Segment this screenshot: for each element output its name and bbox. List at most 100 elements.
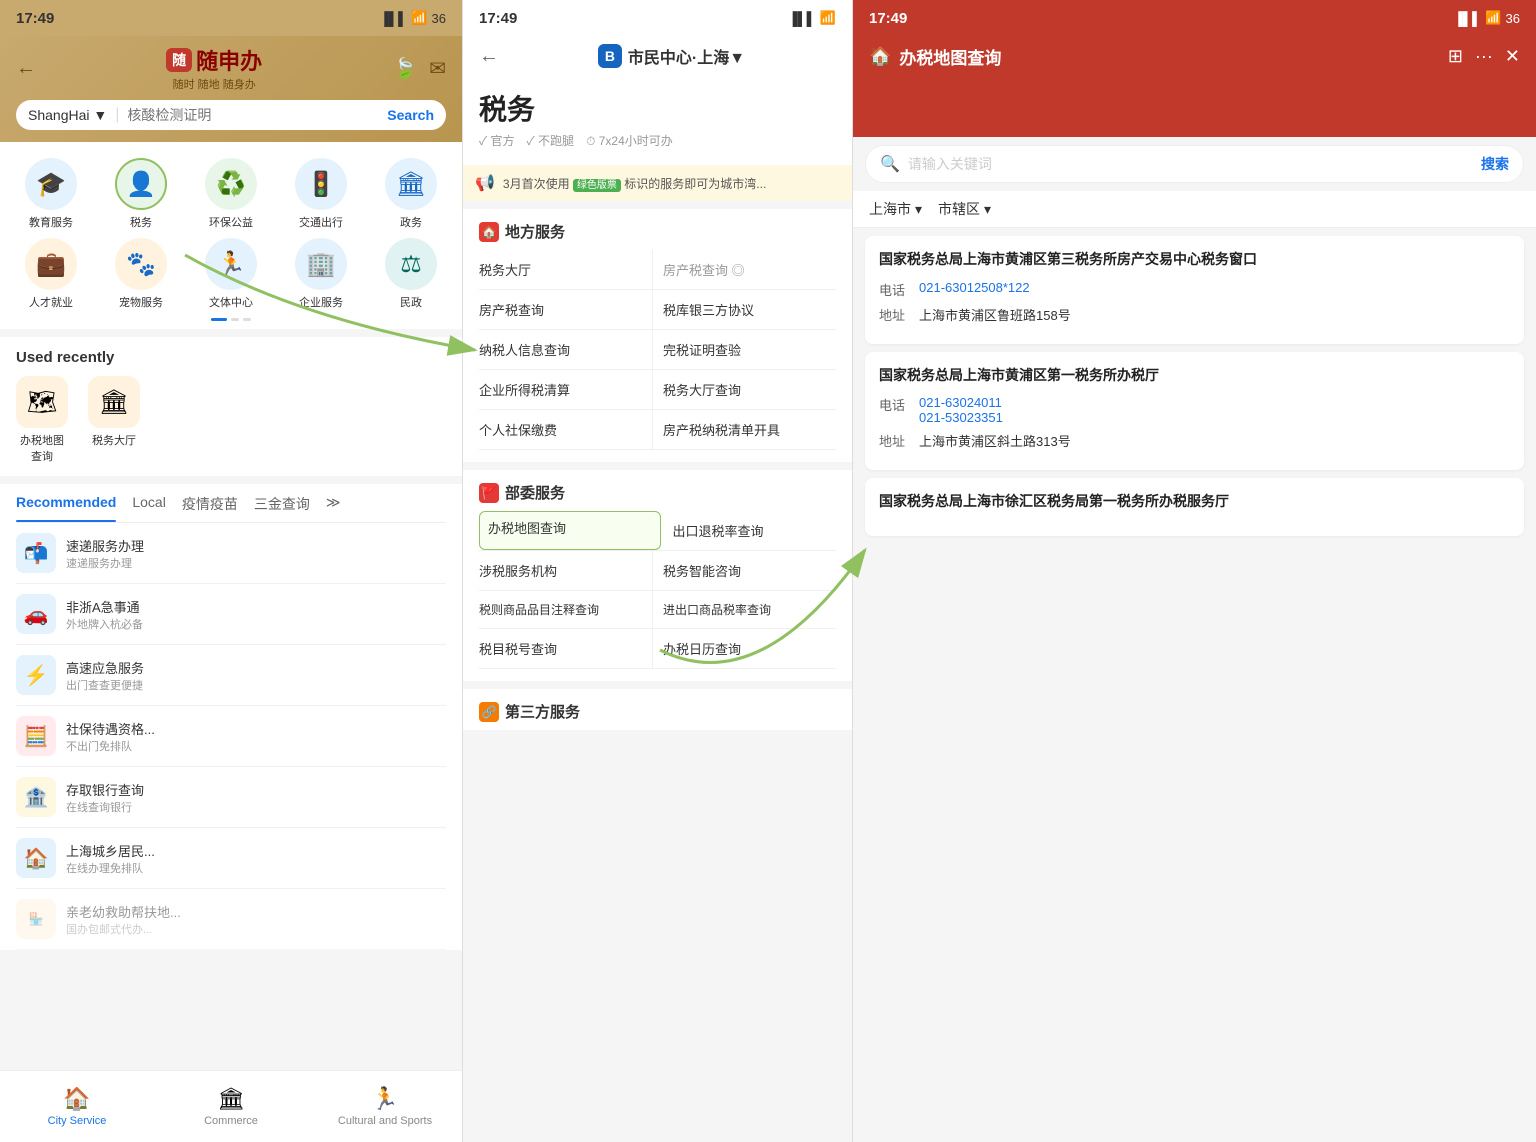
service-culture[interactable]: 🏃 文体中心 <box>188 238 274 310</box>
status-icons-3: ▐▌▌ 📶 36 <box>1454 10 1520 26</box>
p3-nav-actions: ⊞ ··· ✕ <box>1448 46 1520 67</box>
result-1-phone-value[interactable]: 021-63012508*122 <box>919 280 1030 295</box>
dot-active <box>211 318 227 321</box>
list-item-express[interactable]: 📬 速递服务办理 速递服务办理 <box>16 523 446 584</box>
filter-district[interactable]: 市辖区 ▾ <box>938 199 991 219</box>
p3-search-button[interactable]: 搜索 <box>1481 154 1509 174</box>
tab-more[interactable]: ≫ <box>326 484 341 522</box>
tax-hall-icon: 🏛 <box>88 376 140 428</box>
tax-map-query-cell[interactable]: 办税地图查询 <box>479 511 661 550</box>
service-gov[interactable]: 🏛 政务 <box>368 158 454 230</box>
result-card-3[interactable]: 国家税务总局上海市徐汇区税务局第一税务所办税服务厅 <box>865 478 1524 536</box>
highway-text: 高速应急服务 出门查查更便捷 <box>66 658 144 693</box>
p2-row-3: 纳税人信息查询 完税证明查验 <box>479 330 836 370</box>
city-selector[interactable]: ShangHai ▼ <box>28 107 107 123</box>
civil-label: 民政 <box>400 294 422 310</box>
enterprise-icon: 🏢 <box>295 238 347 290</box>
property-query-cell[interactable]: 房产税查询 <box>479 290 653 329</box>
tax-calendar-cell[interactable]: 办税日历查询 <box>653 629 836 668</box>
result-2-phone-label: 电话 <box>879 395 919 414</box>
result-card-2[interactable]: 国家税务总局上海市黄浦区第一税务所办税厅 电话 021-63024011021-… <box>865 352 1524 471</box>
search-input[interactable] <box>127 107 379 123</box>
p3-results: 国家税务总局上海市黄浦区第三税务所房产交易中心税务窗口 电话 021-63012… <box>853 228 1536 1142</box>
culture-label: 文体中心 <box>209 294 253 310</box>
back-icon[interactable]: ← <box>16 57 36 80</box>
service-grid: 🎓 教育服务 👤 税务 ♻️ 环保公益 🚦 交通出行 🏛 政务 💼 人才就 <box>8 158 454 310</box>
filter-city[interactable]: 上海市 ▾ <box>869 199 922 219</box>
nav-city-service[interactable]: 🏠 City Service <box>0 1071 154 1142</box>
city-service-icon: 🏠 <box>63 1086 90 1112</box>
p2-banner: 📢 3月首次使用 绿色版票 标识的服务即可为城市湾... <box>463 165 852 201</box>
app-logo: 随 随申办 <box>166 44 262 76</box>
tax-hall-cell[interactable]: 税务大厅 <box>479 250 653 289</box>
service-job[interactable]: 💼 人才就业 <box>8 238 94 310</box>
bank-agreement-cell[interactable]: 税库银三方协议 <box>653 290 836 329</box>
nav-cultural-sports[interactable]: 🏃 Cultural and Sports <box>308 1071 462 1142</box>
tax-hall-label: 税务大厅 <box>92 432 136 448</box>
service-pet[interactable]: 🐾 宠物服务 <box>98 238 184 310</box>
p2-nav-bar: ← B 市民中心·上海▼ <box>479 36 836 76</box>
status-bar-2: 17:49 ▐▌▌ 📶 <box>463 0 852 36</box>
list-item-rural[interactable]: 🏠 上海城乡居民... 在线办理免排队 <box>16 828 446 889</box>
list-item-highway[interactable]: ⚡ 高速应急服务 出门查查更便捷 <box>16 645 446 706</box>
tab-recommended[interactable]: Recommended <box>16 484 116 522</box>
service-traffic[interactable]: 🚦 交通出行 <box>278 158 364 230</box>
meta-noline: ✓ 不跑腿 <box>527 132 575 149</box>
property-tax-cell[interactable]: 房产税查询 ◎ <box>653 250 836 289</box>
hs-code-cell[interactable]: 税则商品品目注释查询 <box>479 591 653 628</box>
list-item-social[interactable]: 🧮 社保待遇资格... 不出门免排队 <box>16 706 446 767</box>
culture-icon: 🏃 <box>205 238 257 290</box>
search-button[interactable]: Search <box>387 107 434 123</box>
p3-search-placeholder[interactable]: 请输入关键词 <box>908 154 1473 174</box>
service-civil[interactable]: ⚖ 民政 <box>368 238 454 310</box>
service-tax[interactable]: 👤 税务 <box>98 158 184 230</box>
tab-local[interactable]: Local <box>132 484 165 522</box>
p2-back-button[interactable]: ← <box>479 45 499 68</box>
tab-vaccine[interactable]: 疫情疫苗 <box>182 484 238 522</box>
local-section-title: 地方服务 <box>505 221 565 242</box>
recent-tax-map[interactable]: 🗺 办税地图查询 <box>16 376 68 464</box>
service-env[interactable]: ♻️ 环保公益 <box>188 158 274 230</box>
p3-search-bar: 🔍 请输入关键词 搜索 <box>865 145 1524 183</box>
highway-icon: ⚡ <box>16 655 56 695</box>
service-enterprise[interactable]: 🏢 企业服务 <box>278 238 364 310</box>
result-card-1[interactable]: 国家税务总局上海市黄浦区第三税务所房产交易中心税务窗口 电话 021-63012… <box>865 236 1524 344</box>
status-time-2: 17:49 <box>479 10 517 27</box>
property-invoice-cell[interactable]: 房产税纳税清单开具 <box>653 410 836 449</box>
close-icon[interactable]: ✕ <box>1505 46 1520 67</box>
p3-home-icon[interactable]: 🏠 <box>869 46 891 67</box>
leaf-icon[interactable]: 🍃 <box>392 56 417 81</box>
civil-icon: ⚖ <box>385 238 437 290</box>
more-icon[interactable]: ··· <box>1475 46 1493 67</box>
tax-hall-query-cell[interactable]: 税务大厅查询 <box>653 370 836 409</box>
result-1-phone-row: 电话 021-63012508*122 <box>879 280 1510 299</box>
tax-service-org-cell[interactable]: 涉税服务机构 <box>479 551 653 590</box>
p2-row-2: 房产税查询 税库银三方协议 <box>479 290 836 330</box>
express-title: 速递服务办理 <box>66 536 144 555</box>
result-1-addr-value: 上海市黄浦区鲁班路158号 <box>919 305 1071 324</box>
result-2-phone-value[interactable]: 021-63024011021-53023351 <box>919 395 1003 425</box>
p2-local-grid: 税务大厅 房产税查询 ◎ 房产税查询 税库银三方协议 纳税人信息查询 完税证明查… <box>463 250 852 462</box>
tab-query[interactable]: 三金查询 <box>254 484 310 522</box>
tax-cert-cell[interactable]: 完税证明查验 <box>653 330 836 369</box>
social-insurance-cell[interactable]: 个人社保缴费 <box>479 410 653 449</box>
recently-used-section: Used recently 🗺 办税地图查询 🏛 税务大厅 <box>0 337 462 476</box>
tax-ai-cell[interactable]: 税务智能咨询 <box>653 551 836 590</box>
recent-items: 🗺 办税地图查询 🏛 税务大厅 <box>16 376 446 464</box>
list-item-bank[interactable]: 🏦 存取银行查询 在线查询银行 <box>16 767 446 828</box>
service-education[interactable]: 🎓 教育服务 <box>8 158 94 230</box>
enterprise-tax-cell[interactable]: 企业所得税清算 <box>479 370 653 409</box>
list-item-emergency[interactable]: 🚗 非浙A急事通 外地牌入杭必备 <box>16 584 446 645</box>
import-rate-cell[interactable]: 进出口商品税率查询 <box>653 591 836 628</box>
status-time-1: 17:49 <box>16 10 54 27</box>
envelope-icon[interactable]: ✉ <box>429 56 446 81</box>
tax-no-cell[interactable]: 税目税号查询 <box>479 629 653 668</box>
export-rebate-cell[interactable]: 出口退税率查询 <box>661 511 837 550</box>
taxpayer-cell[interactable]: 纳税人信息查询 <box>479 330 653 369</box>
nav-commerce[interactable]: 🏛 Commerce <box>154 1071 308 1142</box>
signal-icon-3: ▐▌▌ <box>1454 11 1482 26</box>
p3-nav-title: 办税地图查询 <box>899 44 1439 69</box>
dot-2 <box>243 318 251 321</box>
recent-tax-hall[interactable]: 🏛 税务大厅 <box>88 376 140 464</box>
qr-icon[interactable]: ⊞ <box>1448 46 1463 67</box>
